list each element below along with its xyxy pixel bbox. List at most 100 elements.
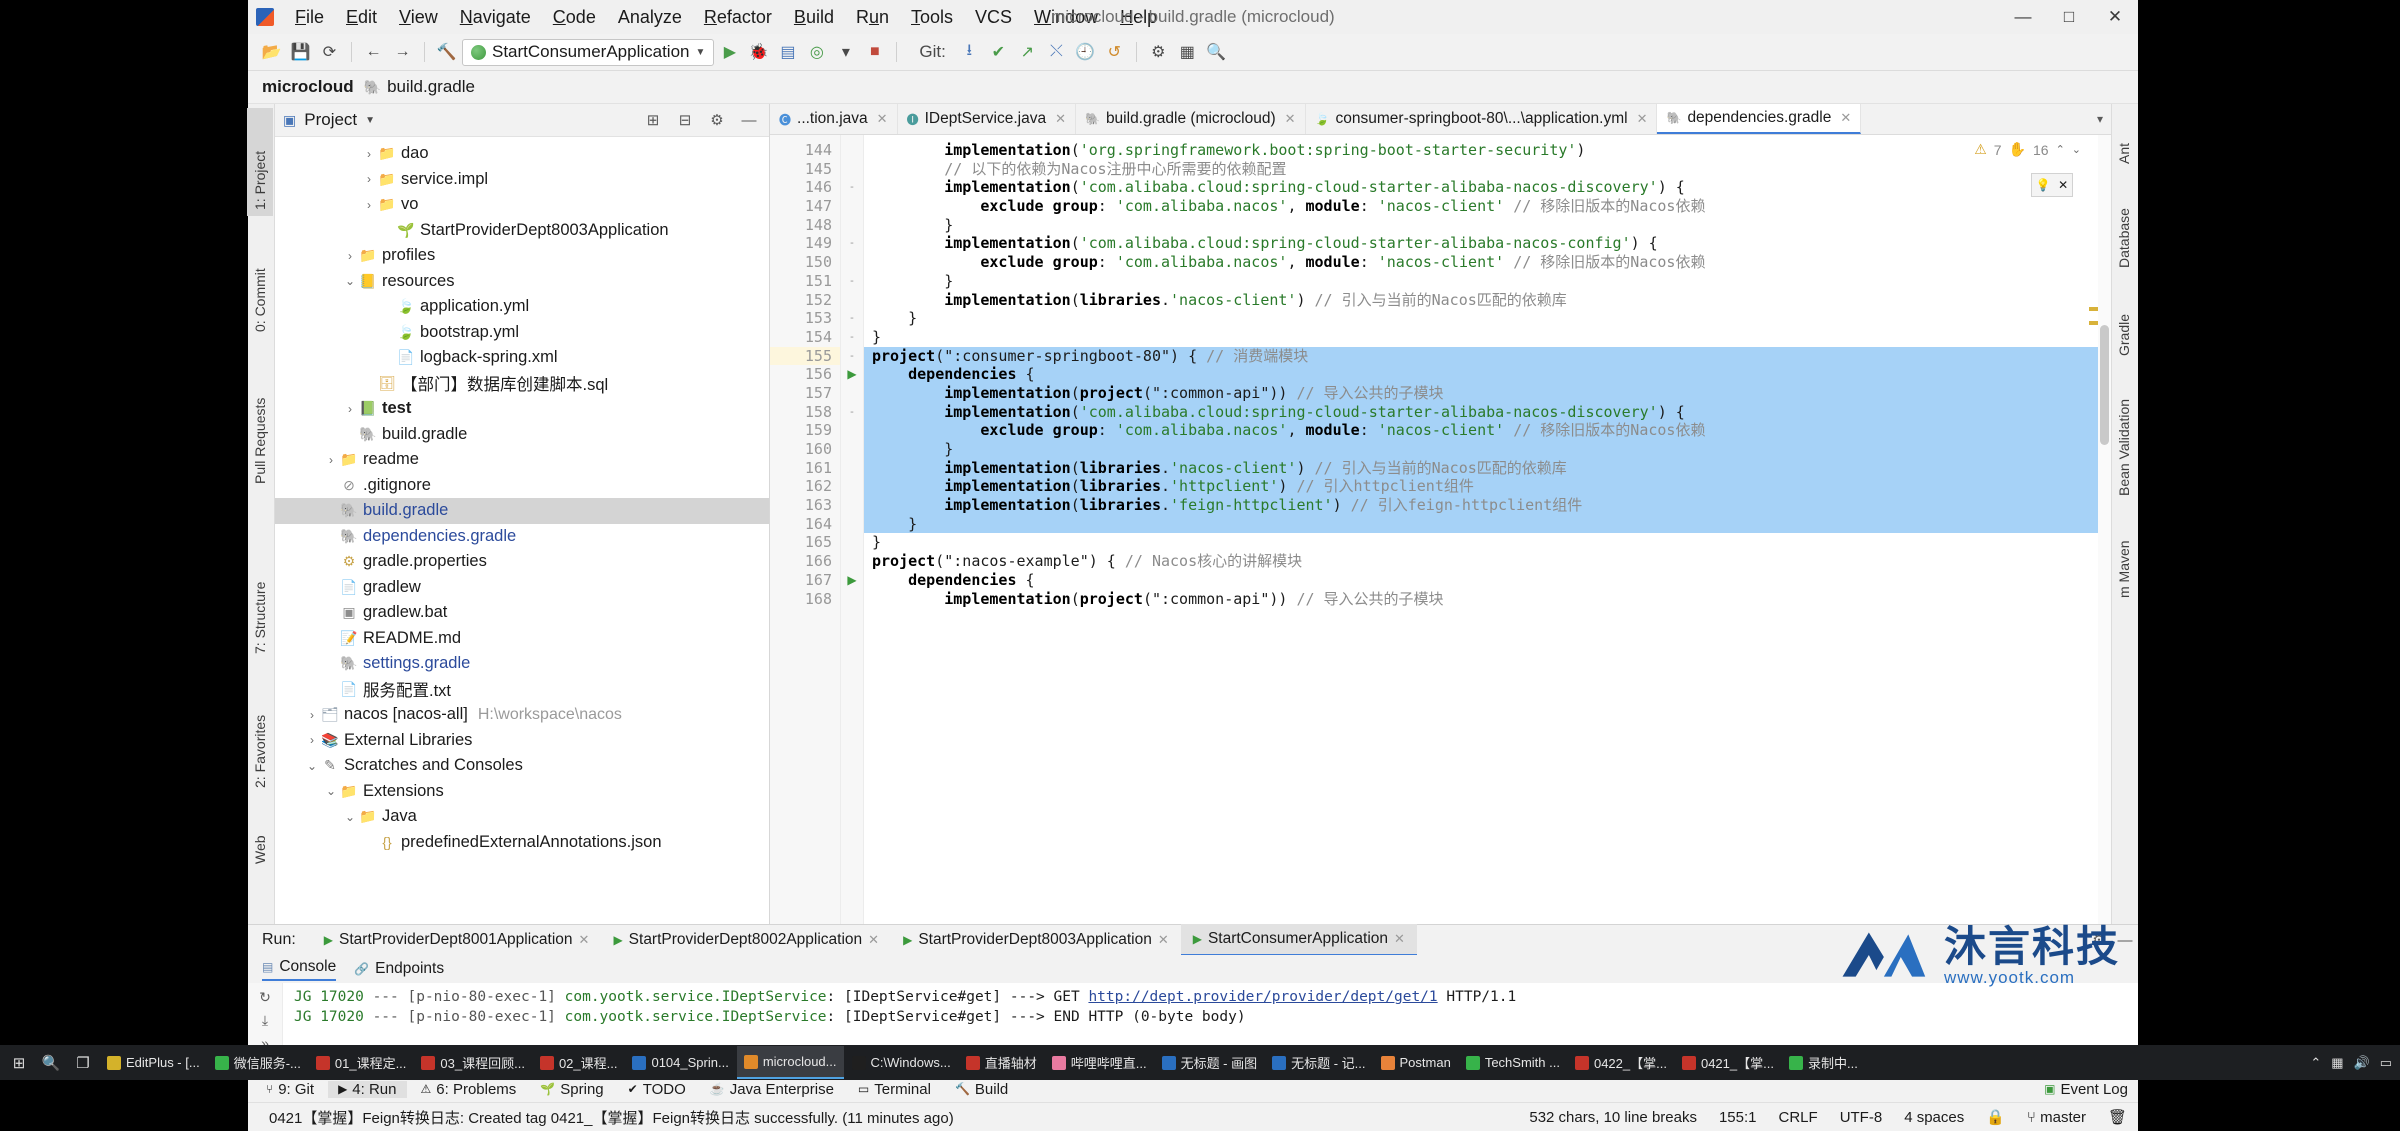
- tree-item[interactable]: 🌱 StartProviderDept8003Application: [275, 218, 769, 244]
- chevron-right-icon[interactable]: ›: [361, 172, 377, 186]
- code-line[interactable]: implementation('com.alibaba.cloud:spring…: [864, 234, 2111, 253]
- sidebar-item-bean-validation[interactable]: Bean Validation: [2111, 362, 2137, 502]
- intention-popup[interactable]: 💡 ✕: [2031, 173, 2073, 197]
- run-configuration-selector[interactable]: StartConsumerApplication ▼: [462, 38, 715, 66]
- menu-item-refactor[interactable]: Refactor: [693, 3, 783, 32]
- tree-item[interactable]: 🗄 【部门】数据库创建脚本.sql: [275, 371, 769, 397]
- code-line[interactable]: }: [864, 272, 2111, 291]
- tree-item[interactable]: ⌄ 📁 Extensions: [275, 779, 769, 805]
- open-folder-icon[interactable]: 📂: [258, 39, 285, 66]
- chevron-down-icon[interactable]: ⌄: [342, 274, 358, 288]
- lock-icon[interactable]: 🔒: [1975, 1108, 2016, 1126]
- close-icon[interactable]: ✕: [2058, 178, 2068, 192]
- close-icon[interactable]: ✕: [1637, 111, 1648, 127]
- status-branch[interactable]: ⑂ master: [2016, 1109, 2097, 1126]
- close-icon[interactable]: ✕: [579, 932, 590, 948]
- tree-item[interactable]: ⚙ gradle.properties: [275, 549, 769, 575]
- scroll-end-icon[interactable]: ⤓: [248, 1006, 282, 1029]
- tool-window-button[interactable]: ⑂ 9: Git: [256, 1081, 324, 1098]
- tree-item[interactable]: {} predefinedExternalAnnotations.json: [275, 830, 769, 856]
- tree-item[interactable]: › 📁 service.impl: [275, 167, 769, 193]
- sidebar-item-database[interactable]: Database: [2111, 170, 2137, 274]
- menu-item-code[interactable]: Code: [542, 3, 607, 32]
- status-encoding[interactable]: UTF-8: [1829, 1109, 1894, 1126]
- tree-item[interactable]: › 📁 vo: [275, 192, 769, 218]
- event-log-button[interactable]: ▣ Event Log: [2034, 1081, 2138, 1098]
- taskbar-item[interactable]: EditPlus - [...: [100, 1047, 207, 1078]
- scrollbar-thumb[interactable]: [2100, 325, 2109, 445]
- sidebar-item-structure[interactable]: 7: Structure: [247, 530, 273, 660]
- code-line[interactable]: implementation('org.springframework.boot…: [864, 141, 2111, 160]
- volume-icon[interactable]: 🔊: [2354, 1055, 2370, 1071]
- editor-tab[interactable]: 🅘 IDeptService.java ✕: [898, 104, 1076, 134]
- chevron-down-icon[interactable]: ▼: [695, 47, 705, 58]
- tree-item[interactable]: ⌄ 📁 Java: [275, 804, 769, 830]
- sidebar-item-favorites[interactable]: 2: Favorites: [247, 660, 273, 794]
- tool-window-button[interactable]: ▭ Terminal: [848, 1081, 941, 1098]
- menu-item-file[interactable]: File: [284, 3, 335, 32]
- commit-icon[interactable]: ✔: [985, 39, 1012, 66]
- tree-item[interactable]: › 📚 External Libraries: [275, 728, 769, 754]
- code-line[interactable]: project(":consumer-springboot-80") { // …: [864, 346, 2111, 366]
- chevron-right-icon[interactable]: ›: [304, 708, 320, 722]
- chevron-down-icon[interactable]: ⌄: [342, 810, 358, 824]
- push-icon[interactable]: ↗: [1014, 39, 1041, 66]
- code-line[interactable]: implementation('com.alibaba.cloud:spring…: [864, 402, 2111, 422]
- fold-gutter[interactable]: - - - - - - ▶ - ▶: [841, 135, 864, 924]
- taskbar-item[interactable]: 01_课程定...: [309, 1047, 414, 1078]
- tree-item[interactable]: 🍃 application.yml: [275, 294, 769, 320]
- forward-icon[interactable]: →: [389, 39, 416, 66]
- tree-item[interactable]: › 📁 readme: [275, 447, 769, 473]
- update-project-icon[interactable]: ⭳: [956, 39, 983, 66]
- debug-icon[interactable]: 🐞: [745, 39, 772, 66]
- code-line[interactable]: implementation(project(":common-api")) /…: [864, 383, 2111, 403]
- editor-tab[interactable]: 🐘 build.gradle (microcloud) ✕: [1076, 104, 1306, 134]
- taskbar-item[interactable]: 录制中...: [1782, 1047, 1865, 1078]
- tool-window-button[interactable]: ☕ Java Enterprise: [700, 1081, 844, 1098]
- run-coverage-icon[interactable]: ▤: [774, 39, 801, 66]
- branch-compare-icon[interactable]: ⤬: [1043, 39, 1070, 66]
- rerun-icon[interactable]: ↻: [248, 983, 282, 1006]
- history-icon[interactable]: 🕘: [1072, 39, 1099, 66]
- menu-item-view[interactable]: View: [388, 3, 449, 32]
- network-icon[interactable]: ▦: [2331, 1055, 2343, 1071]
- notification-icon[interactable]: ▭: [2380, 1055, 2392, 1071]
- sync-icon[interactable]: ⟳: [316, 39, 343, 66]
- breadcrumb-file[interactable]: 🐘 build.gradle: [364, 77, 475, 97]
- code-line[interactable]: dependencies {: [864, 365, 2111, 384]
- sidebar-item-gradle[interactable]: Gradle: [2111, 276, 2137, 362]
- tray-expand-icon[interactable]: ⌃: [2310, 1055, 2321, 1071]
- tree-item[interactable]: 🐘 build.gradle: [275, 422, 769, 448]
- taskbar-item[interactable]: 0104_Sprin...: [625, 1047, 735, 1078]
- chevron-right-icon[interactable]: ›: [342, 249, 358, 263]
- taskbar-item[interactable]: 0421_【掌...: [1675, 1047, 1781, 1078]
- tree-item[interactable]: ⊘ .gitignore: [275, 473, 769, 499]
- tree-item[interactable]: ▣ gradlew.bat: [275, 600, 769, 626]
- tool-window-button[interactable]: ⚠ 6: Problems: [411, 1081, 527, 1098]
- gear-icon[interactable]: ⚙: [705, 111, 729, 129]
- maximize-button[interactable]: □: [2046, 0, 2092, 34]
- code-line[interactable]: dependencies {: [864, 571, 2111, 590]
- start-icon[interactable]: ⊞: [4, 1048, 34, 1078]
- tool-window-button[interactable]: 🔨 Build: [945, 1081, 1018, 1098]
- taskbar-item[interactable]: Postman: [1374, 1047, 1458, 1078]
- chevron-down-icon[interactable]: ⌄: [304, 759, 320, 773]
- editor-tab[interactable]: 🅒 ...tion.java ✕: [770, 104, 898, 134]
- menu-item-vcs[interactable]: VCS: [964, 3, 1023, 32]
- tree-item[interactable]: 📄 logback-spring.xml: [275, 345, 769, 371]
- fold-marker-icon[interactable]: -: [841, 309, 863, 328]
- taskbar-item[interactable]: 03_课程回顾...: [414, 1047, 532, 1078]
- taskbar-item[interactable]: 0422_【掌...: [1568, 1047, 1674, 1078]
- editor-tab-bar[interactable]: 🅒 ...tion.java ✕ 🅘 IDeptService.java ✕ 🐘 build.…: [770, 104, 2111, 135]
- taskbar-item[interactable]: C:\Windows...: [845, 1047, 958, 1078]
- tree-item[interactable]: 📄 服务配置.txt: [275, 677, 769, 703]
- chevron-right-icon[interactable]: ›: [361, 198, 377, 212]
- taskbar-item[interactable]: 微信服务-...: [208, 1047, 308, 1078]
- tree-item[interactable]: 🐘 settings.gradle: [275, 651, 769, 677]
- fold-marker-icon[interactable]: -: [841, 178, 863, 197]
- fold-marker-icon[interactable]: -: [841, 234, 863, 253]
- next-problem-icon[interactable]: ⌄: [2072, 143, 2081, 156]
- undo-icon[interactable]: ↺: [1101, 39, 1128, 66]
- close-icon[interactable]: ✕: [1158, 932, 1169, 948]
- code-line[interactable]: // 以下的依赖为Nacos注册中心所需要的依赖配置: [864, 160, 2111, 179]
